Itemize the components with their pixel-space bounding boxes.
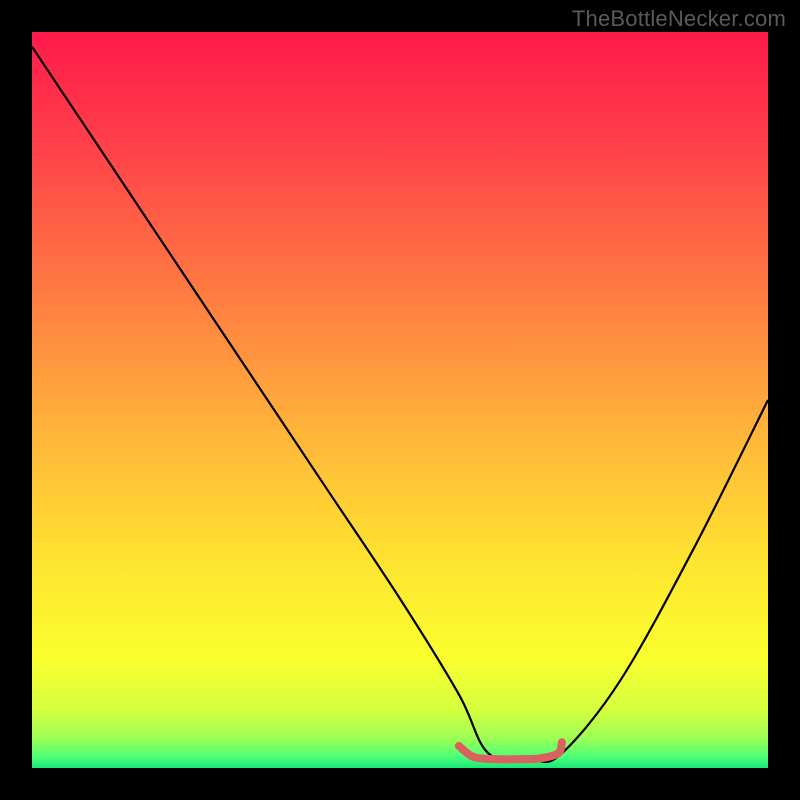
plot-background <box>32 32 768 768</box>
chart-frame: TheBottleNecker.com <box>0 0 800 800</box>
watermark-text: TheBottleNecker.com <box>572 6 786 32</box>
bottleneck-chart <box>0 0 800 800</box>
